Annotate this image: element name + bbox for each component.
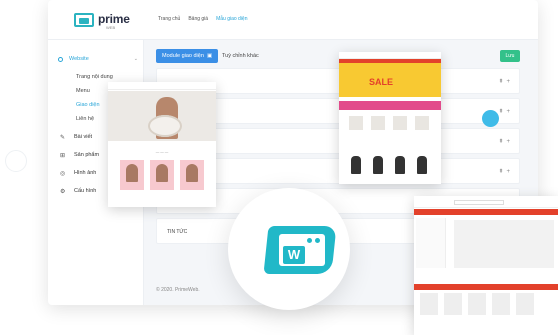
top-bar: prime WEB Trang chủ Bảng giá Mẫu giao di… [48, 0, 538, 40]
preview-section-title: — — — [155, 150, 169, 154]
footer-copyright: © 2020. PrimeWeb. [156, 287, 200, 293]
preview-nav [414, 209, 558, 215]
sale-text: SALE [369, 77, 394, 87]
cart-icon: ⊞ [60, 152, 66, 159]
row-actions-icon[interactable]: ⇞+ [498, 168, 513, 175]
preview-promo-band [339, 101, 441, 110]
row-actions-icon[interactable]: ⇞+ [498, 78, 513, 85]
sidebar-item-label: Sản phẩm [74, 152, 100, 158]
preview-hero [108, 91, 216, 141]
preview-product [444, 293, 462, 315]
preview-flowers-image [148, 115, 182, 137]
layout-icon: ▣ [205, 53, 213, 59]
template-preview-fashion[interactable]: SALE [339, 52, 441, 184]
preview-product [351, 156, 361, 174]
row-actions-icon[interactable]: ⇞+ [498, 108, 513, 115]
preview-category-menu [416, 218, 446, 268]
module-button-label: Module giao diện [162, 53, 204, 59]
globe-icon [58, 56, 63, 62]
preview-section-bar [414, 284, 558, 290]
module-button[interactable]: Module giao diện ▣ [156, 49, 219, 63]
preview-product [371, 116, 385, 130]
cursor-indicator [482, 110, 499, 127]
tab-custom[interactable]: Tuỳ chỉnh khác [222, 53, 259, 59]
preview-product [468, 293, 486, 315]
logo-icon [74, 13, 94, 27]
save-button[interactable]: Lưu [500, 50, 520, 62]
sidebar-main-items: ✎ Bài viết ⊞ Sản phẩm ◎ Hình ảnh ⚙ Cấu hình [60, 128, 99, 200]
sidebar-section-website[interactable]: Website ⌄ [58, 52, 138, 66]
image-icon: ◎ [60, 170, 66, 177]
nav-templates[interactable]: Mẫu giao diện [216, 16, 247, 22]
sidebar-item-label: Cấu hình [74, 188, 97, 194]
sidebar-item-images[interactable]: ◎ Hình ảnh [60, 164, 99, 182]
preview-product [349, 116, 363, 130]
preview-product [420, 293, 438, 315]
decorative-ring [5, 150, 27, 172]
nav-home[interactable]: Trang chủ [158, 16, 180, 22]
row-label: TIN TỨC [167, 229, 188, 235]
sidebar-item-posts[interactable]: ✎ Bài viết [60, 128, 99, 146]
preview-product [492, 293, 510, 315]
sidebar-item-products[interactable]: ⊞ Sản phẩm [60, 146, 99, 164]
preview-product [516, 293, 534, 315]
sidebar-item-settings[interactable]: ⚙ Cấu hình [60, 182, 99, 200]
nav-pricing[interactable]: Bảng giá [188, 16, 208, 22]
sidebar-section-label: Website [69, 56, 89, 62]
logo-dot [315, 238, 320, 243]
row-actions-icon[interactable]: ⇞+ [498, 138, 513, 145]
brand-sub: WEB [106, 25, 116, 30]
template-preview-flower[interactable]: — — — [108, 82, 216, 207]
preview-header [339, 52, 441, 59]
gear-icon: ⚙ [60, 188, 66, 195]
edit-icon: ✎ [60, 134, 66, 141]
preview-product [415, 116, 429, 130]
preview-product [150, 160, 174, 190]
preview-product [373, 156, 383, 174]
preview-product [180, 160, 204, 190]
preview-product [393, 116, 407, 130]
template-preview-tech[interactable] [414, 196, 558, 335]
top-nav: Trang chủ Bảng giá Mẫu giao diện [158, 16, 248, 22]
sidebar-item-label: Bài viết [74, 134, 93, 140]
logo-dot [307, 238, 312, 243]
preview-search [454, 200, 504, 205]
preview-nav [108, 82, 216, 90]
preview-product [120, 160, 144, 190]
preview-product [395, 156, 405, 174]
logo-w-letter: W [283, 246, 305, 264]
preview-product [417, 156, 427, 174]
sidebar-item-label: Hình ảnh [74, 170, 97, 176]
chevron-down-icon: ⌄ [133, 56, 138, 62]
preview-drone-image [454, 220, 554, 268]
brand-name: prime [98, 12, 130, 26]
